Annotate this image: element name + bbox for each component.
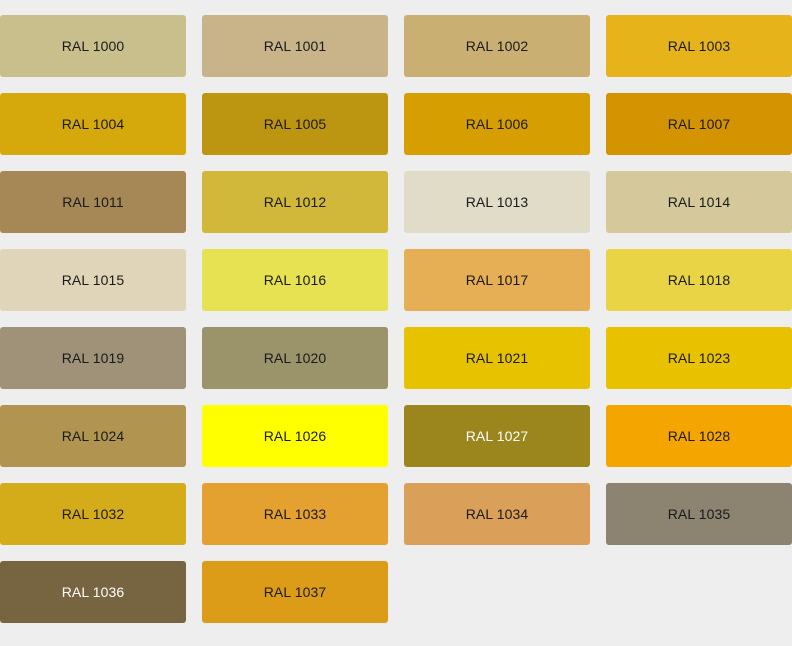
color-swatch[interactable]: RAL 1004 bbox=[0, 93, 186, 155]
swatch-label: RAL 1037 bbox=[263, 584, 327, 600]
color-swatch[interactable]: RAL 1021 bbox=[404, 327, 590, 389]
swatch-label: RAL 1004 bbox=[61, 116, 125, 132]
color-swatch[interactable]: RAL 1012 bbox=[202, 171, 388, 233]
swatch-label: RAL 1005 bbox=[263, 116, 327, 132]
color-swatch[interactable]: RAL 1028 bbox=[606, 405, 792, 467]
swatch-label: RAL 1006 bbox=[465, 116, 529, 132]
swatch-label: RAL 1015 bbox=[61, 272, 125, 288]
color-swatch[interactable]: RAL 1006 bbox=[404, 93, 590, 155]
color-swatch[interactable]: RAL 1035 bbox=[606, 483, 792, 545]
color-swatch[interactable]: RAL 1001 bbox=[202, 15, 388, 77]
color-swatch[interactable]: RAL 1017 bbox=[404, 249, 590, 311]
swatch-label: RAL 1032 bbox=[61, 506, 125, 522]
swatch-label: RAL 1017 bbox=[465, 272, 529, 288]
swatch-label: RAL 1011 bbox=[62, 194, 124, 210]
color-swatch[interactable]: RAL 1011 bbox=[0, 171, 186, 233]
color-swatch[interactable]: RAL 1003 bbox=[606, 15, 792, 77]
color-swatch[interactable]: RAL 1018 bbox=[606, 249, 792, 311]
color-swatch[interactable]: RAL 1023 bbox=[606, 327, 792, 389]
color-swatch[interactable]: RAL 1007 bbox=[606, 93, 792, 155]
color-swatch[interactable]: RAL 1016 bbox=[202, 249, 388, 311]
color-swatch[interactable]: RAL 1027 bbox=[404, 405, 590, 467]
color-swatch[interactable]: RAL 1036 bbox=[0, 561, 186, 623]
swatch-label: RAL 1026 bbox=[263, 428, 327, 444]
swatch-label: RAL 1027 bbox=[465, 428, 529, 444]
color-swatch[interactable]: RAL 1002 bbox=[404, 15, 590, 77]
color-swatch[interactable]: RAL 1037 bbox=[202, 561, 388, 623]
color-swatch[interactable]: RAL 1013 bbox=[404, 171, 590, 233]
color-swatch[interactable]: RAL 1019 bbox=[0, 327, 186, 389]
swatch-label: RAL 1019 bbox=[61, 350, 125, 366]
color-swatch[interactable]: RAL 1024 bbox=[0, 405, 186, 467]
swatch-label: RAL 1002 bbox=[465, 38, 529, 54]
color-swatch[interactable]: RAL 1005 bbox=[202, 93, 388, 155]
swatch-label: RAL 1012 bbox=[263, 194, 327, 210]
swatch-label: RAL 1003 bbox=[667, 38, 731, 54]
swatch-label: RAL 1014 bbox=[667, 194, 731, 210]
color-swatch[interactable]: RAL 1026 bbox=[202, 405, 388, 467]
color-swatch[interactable]: RAL 1014 bbox=[606, 171, 792, 233]
swatch-label: RAL 1020 bbox=[263, 350, 327, 366]
swatch-label: RAL 1001 bbox=[263, 38, 327, 54]
swatch-label: RAL 1013 bbox=[465, 194, 529, 210]
color-swatch[interactable]: RAL 1034 bbox=[404, 483, 590, 545]
color-swatch[interactable]: RAL 1015 bbox=[0, 249, 186, 311]
color-swatch-grid: RAL 1000 RAL 1001 RAL 1002 RAL 1003 RAL 1004… bbox=[0, 15, 792, 623]
swatch-label: RAL 1000 bbox=[61, 38, 125, 54]
swatch-label: RAL 1036 bbox=[61, 584, 125, 600]
swatch-label: RAL 1028 bbox=[667, 428, 731, 444]
swatch-label: RAL 1035 bbox=[667, 506, 731, 522]
swatch-label: RAL 1016 bbox=[263, 272, 327, 288]
swatch-label: RAL 1034 bbox=[465, 506, 529, 522]
swatch-label: RAL 1018 bbox=[667, 272, 731, 288]
color-swatch[interactable]: RAL 1032 bbox=[0, 483, 186, 545]
swatch-label: RAL 1021 bbox=[465, 350, 529, 366]
swatch-label: RAL 1007 bbox=[667, 116, 731, 132]
color-swatch[interactable]: RAL 1000 bbox=[0, 15, 186, 77]
swatch-label: RAL 1024 bbox=[61, 428, 125, 444]
color-swatch[interactable]: RAL 1020 bbox=[202, 327, 388, 389]
swatch-label: RAL 1033 bbox=[263, 506, 327, 522]
color-swatch[interactable]: RAL 1033 bbox=[202, 483, 388, 545]
swatch-label: RAL 1023 bbox=[667, 350, 731, 366]
